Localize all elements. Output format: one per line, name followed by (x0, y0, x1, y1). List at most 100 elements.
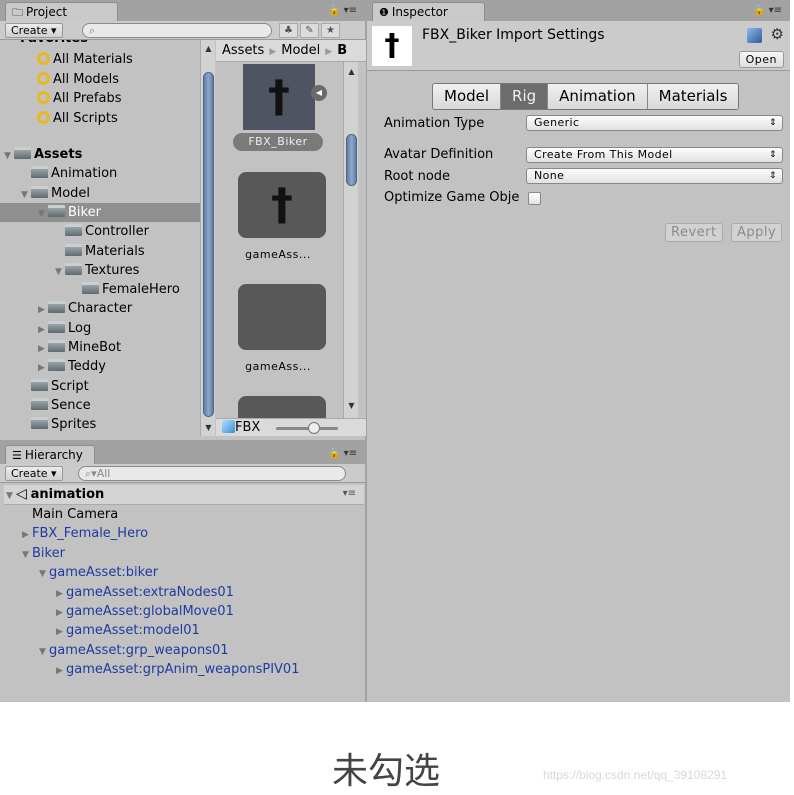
help-book-icon[interactable] (747, 28, 762, 43)
folder-tree-item[interactable]: ▼ Textures (0, 261, 200, 280)
favorite-item[interactable]: All Models (0, 70, 200, 89)
favorites-header[interactable]: Favorites (20, 40, 88, 46)
apply-button[interactable]: Apply (731, 223, 783, 242)
folder-tree-item[interactable]: ▶ Teddy (0, 357, 200, 376)
asset-thumbnail-gameasset[interactable]: † (238, 172, 326, 238)
tree-scrollbar[interactable]: ▲ ▼ (200, 40, 215, 436)
scroll-thumb[interactable] (203, 72, 214, 417)
folder-tree-item[interactable]: Sprites (0, 415, 200, 434)
updown-icon: ⇕ (769, 171, 777, 181)
hierarchy-item[interactable]: ▼ gameAsset:grp_weapons01 (39, 641, 229, 660)
scroll-down-icon[interactable]: ▼ (201, 422, 216, 434)
scroll-up-icon[interactable]: ▲ (344, 66, 359, 78)
favorite-item[interactable]: All Prefabs (0, 89, 200, 108)
character-figure-icon: † (271, 179, 293, 231)
folder-tree-item[interactable]: Script (0, 377, 200, 396)
expand-arrow-icon[interactable]: ▶ (56, 662, 66, 681)
expand-arrow-icon[interactable]: ▼ (21, 186, 31, 205)
expand-arrow-icon[interactable]: ▶ (56, 604, 66, 623)
project-create-button[interactable]: Create ▾ (5, 23, 63, 38)
expand-arrow-icon[interactable]: ▼ (4, 147, 14, 166)
tab-rig[interactable]: Rig (501, 84, 549, 109)
thumbnail-size-slider[interactable] (276, 422, 338, 434)
hierarchy-item[interactable]: ▼ gameAsset:biker (39, 563, 158, 582)
hierarchy-item[interactable]: ▶ gameAsset:grpAnim_weaponsPIV01 (56, 660, 299, 679)
hierarchy-create-button[interactable]: Create ▾ (5, 466, 63, 481)
gear-icon[interactable]: ⚙ (771, 25, 784, 43)
expand-arrow-icon[interactable]: ▶ (38, 321, 48, 340)
hierarchy-item[interactable]: ▶ gameAsset:globalMove01 (56, 602, 234, 621)
revert-button[interactable]: Revert (665, 223, 723, 242)
animation-type-dropdown[interactable]: Generic ⇕ (526, 115, 783, 131)
hierarchy-tabbar: ☰ Hierarchy 🔒 ▾≡ (0, 443, 365, 465)
expand-arrow-icon[interactable]: ▶ (38, 301, 48, 320)
scroll-down-icon[interactable]: ▼ (344, 400, 359, 412)
hierarchy-item[interactable]: Main Camera (22, 505, 118, 524)
expand-arrow-icon[interactable]: ▶ (38, 340, 48, 359)
asset-label[interactable]: FBX_Biker (233, 133, 323, 151)
tab-animation[interactable]: Animation (548, 84, 648, 109)
expand-arrow-icon[interactable]: ▶ (56, 623, 66, 642)
folder-tree-item[interactable]: ▶ Character (0, 299, 200, 318)
panel-menu-icon[interactable]: 🔒 ▾≡ (328, 448, 357, 459)
hierarchy-item[interactable]: ▶ gameAsset:extraNodes01 (56, 583, 234, 602)
folder-tree-item[interactable]: Materials (0, 242, 200, 261)
folder-icon (31, 185, 48, 198)
hierarchy-item[interactable]: ▼ Biker (22, 544, 65, 563)
expand-arrow-icon[interactable]: ▶ (38, 359, 48, 378)
filter-label-icon[interactable]: ✎ (300, 23, 319, 38)
expand-arrow-icon[interactable]: ▼ (22, 546, 32, 565)
expand-asset-icon[interactable]: ◀ (311, 85, 327, 101)
scroll-up-icon[interactable]: ▲ (201, 43, 216, 55)
favorites-star-icon[interactable]: ★ (321, 23, 340, 38)
optimize-game-objects-checkbox[interactable] (528, 192, 541, 205)
asset-label[interactable]: gameAss... (233, 248, 323, 261)
scene-header[interactable]: ▼ ◁ animation ▾≡ (4, 485, 364, 505)
panel-menu-icon[interactable]: 🔒 ▾≡ (328, 5, 357, 16)
folder-tree-item[interactable]: ▼ Assets (0, 145, 200, 164)
expand-arrow-icon[interactable]: ▶ (56, 585, 66, 604)
hierarchy-item[interactable]: ▶ gameAsset:model01 (56, 621, 200, 640)
open-button[interactable]: Open (738, 51, 784, 68)
hierarchy-search-input[interactable]: ⌕▾All (78, 466, 346, 481)
root-node-dropdown[interactable]: None ⇕ (526, 168, 783, 184)
tab-inspector[interactable]: ❶ Inspector (372, 2, 485, 22)
favorite-item[interactable]: All Scripts (0, 109, 200, 128)
project-search-input[interactable]: ⌕ (82, 23, 272, 38)
avatar-definition-label: Avatar Definition (384, 147, 494, 162)
favorite-item[interactable]: All Materials (0, 50, 200, 69)
panel-menu-icon[interactable]: 🔒 ▾≡ (753, 5, 782, 16)
breadcrumb-item[interactable]: Model (281, 43, 320, 58)
scene-menu-icon[interactable]: ▾≡ (343, 488, 356, 499)
breadcrumb-item[interactable]: B (337, 43, 347, 58)
hierarchy-item[interactable]: ▶ FBX_Female_Hero (22, 524, 148, 543)
expand-arrow-icon[interactable]: ▼ (55, 263, 65, 282)
scroll-thumb[interactable] (346, 134, 357, 186)
asset-label[interactable]: gameAss... (233, 360, 323, 373)
avatar-definition-dropdown[interactable]: Create From This Model ⇕ (526, 147, 783, 163)
folder-tree-item[interactable]: FemaleHero (0, 280, 200, 299)
folder-tree-item[interactable]: ▶ Log (0, 319, 200, 338)
folder-tree-item[interactable]: ▶ MineBot (0, 338, 200, 357)
folder-tree-item[interactable]: Animation (0, 164, 200, 183)
folder-tree-item[interactable]: ▼ Model (0, 184, 200, 203)
tab-materials[interactable]: Materials (647, 84, 739, 109)
expand-arrow-icon[interactable]: ▼ (38, 205, 48, 224)
tab-model[interactable]: Model (433, 84, 502, 109)
asset-thumbnail-gameasset[interactable] (238, 284, 326, 350)
asset-thumbnail-fbx-biker[interactable]: † ◀ (243, 64, 327, 130)
filter-type-icon[interactable]: ♣ (279, 23, 298, 38)
expand-arrow-icon[interactable]: ▼ (39, 565, 49, 584)
expand-arrow-icon[interactable]: ▼ (39, 643, 49, 662)
folder-tree-item[interactable]: ▼ Biker (0, 202, 200, 224)
watermark: https://blog.csdn.net/qq_39108291 (543, 768, 728, 782)
folder-tree-item[interactable]: Controller (0, 222, 200, 241)
expand-arrow-icon[interactable]: ▼ (6, 491, 16, 501)
expand-arrow-icon[interactable]: ▶ (22, 526, 32, 545)
asset-scrollbar[interactable]: ▲ ▼ (343, 62, 358, 418)
breadcrumb-item[interactable]: Assets (222, 43, 264, 58)
tab-hierarchy[interactable]: ☰ Hierarchy (5, 445, 95, 465)
tab-project[interactable]: 🗀 Project (5, 2, 118, 22)
folder-tree-item[interactable]: Sence (0, 396, 200, 415)
slider-knob[interactable] (308, 422, 320, 434)
